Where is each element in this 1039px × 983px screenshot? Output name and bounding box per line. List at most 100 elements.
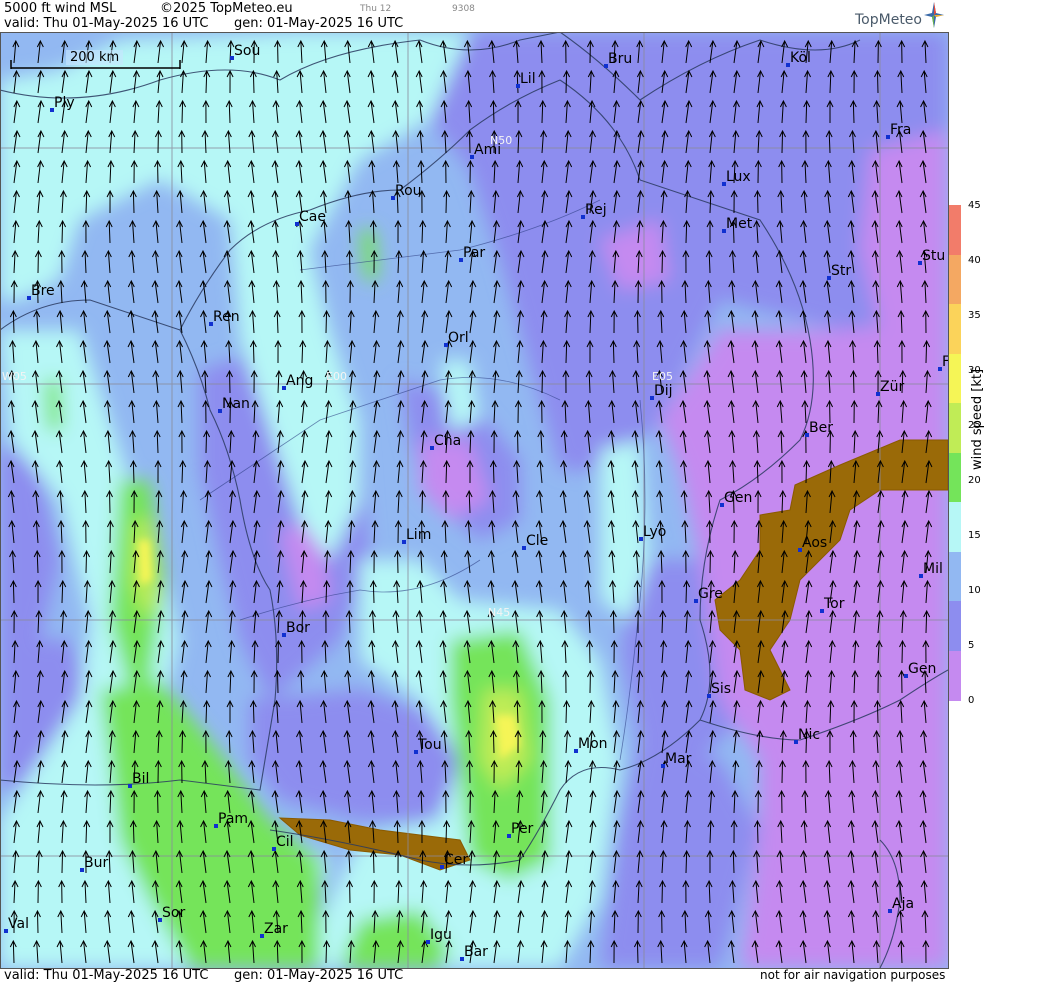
city-label: Ren bbox=[213, 309, 240, 325]
city-label: Sou bbox=[234, 43, 260, 59]
city-marker: Gre bbox=[694, 586, 723, 603]
city-label: Str bbox=[831, 263, 851, 279]
city-marker: Gen bbox=[904, 661, 936, 678]
colorbar-segment bbox=[949, 254, 961, 305]
city-marker: Ami bbox=[470, 142, 501, 159]
city-label: Met bbox=[726, 216, 753, 232]
city-label: Cha bbox=[434, 433, 461, 449]
colorbar-tick: 0 bbox=[968, 695, 975, 706]
footer-valid: valid: Thu 01-May-2025 16 UTC bbox=[4, 968, 209, 983]
grid-label-w05: W05 bbox=[2, 370, 27, 383]
city-marker: Nan bbox=[218, 396, 250, 413]
city-marker: Lux bbox=[722, 169, 751, 186]
city-marker: Pam bbox=[214, 811, 248, 828]
city-marker: Lim bbox=[402, 527, 431, 544]
city-marker: Bil bbox=[128, 771, 149, 788]
city-marker: Ply bbox=[50, 95, 75, 112]
colorbar-segment bbox=[949, 353, 961, 404]
wind-map[interactable]: N50 E05 E00 N45 W05 Ply Sou Lil Bru Köl Ami Fr… bbox=[0, 32, 948, 968]
topmeteo-logo: TopMeteo bbox=[855, 12, 922, 28]
city-marker: Per bbox=[507, 821, 534, 838]
city-marker: Par bbox=[459, 245, 485, 262]
city-label: Per bbox=[511, 821, 534, 837]
city-label: Mil bbox=[923, 561, 943, 577]
city-marker: Val bbox=[4, 916, 29, 933]
colorbar-tick: 5 bbox=[968, 640, 975, 651]
colorbar-segment bbox=[949, 403, 961, 453]
city-label: Sor bbox=[162, 905, 185, 921]
city-label: Lyo bbox=[643, 524, 666, 540]
colorbar-title: wind speed [kt] bbox=[970, 368, 985, 470]
colorbar-tick: 15 bbox=[968, 530, 981, 541]
day-code: Thu 12 bbox=[360, 4, 392, 14]
city-marker: Rou bbox=[391, 183, 422, 200]
city-label: Cle bbox=[526, 533, 548, 549]
city-marker: Aos bbox=[798, 535, 827, 552]
city-marker: Mon bbox=[574, 736, 608, 753]
city-label: Orl bbox=[448, 330, 469, 346]
city-label: Bru bbox=[608, 51, 632, 67]
city-marker: Stu bbox=[918, 248, 945, 265]
city-label: Par bbox=[463, 245, 485, 261]
city-label: Tou bbox=[417, 737, 442, 753]
city-label: Bar bbox=[464, 944, 488, 960]
city-label: Ang bbox=[286, 373, 313, 389]
city-marker: Rej bbox=[581, 202, 607, 219]
city-label: Ami bbox=[474, 142, 501, 158]
colorbar-tick: 35 bbox=[968, 310, 981, 321]
city-label: Bur bbox=[84, 855, 108, 871]
compass-star-icon bbox=[924, 2, 944, 28]
product-title: 5000 ft wind MSL bbox=[4, 1, 117, 16]
city-label: Gen bbox=[724, 490, 752, 506]
colorbar-tick: 40 bbox=[968, 255, 981, 266]
city-marker: Bur bbox=[80, 855, 108, 872]
city-label: F bbox=[942, 354, 948, 370]
city-label: Zür bbox=[880, 379, 904, 395]
valid-time: valid: Thu 01-May-2025 16 UTC bbox=[4, 16, 209, 31]
colorbar-tick: 45 bbox=[968, 200, 981, 211]
city-label: Gen bbox=[908, 661, 936, 677]
city-marker: Cae bbox=[295, 209, 326, 226]
colorbar-segment bbox=[949, 304, 961, 354]
city-marker: Mil bbox=[919, 561, 943, 578]
colorbar-segment bbox=[949, 601, 961, 651]
city-label: Rej bbox=[585, 202, 607, 218]
city-label: Zar bbox=[264, 921, 288, 937]
city-marker: Tou bbox=[414, 737, 442, 754]
city-marker: Dij bbox=[650, 383, 673, 400]
footer-gen: gen: 01-May-2025 16 UTC bbox=[234, 968, 404, 983]
grid-label-e05: E05 bbox=[652, 370, 673, 383]
city-marker: Tor bbox=[820, 596, 845, 613]
colorbar-segment bbox=[949, 551, 961, 602]
colorbar-tick: 10 bbox=[968, 585, 981, 596]
city-marker: Köl bbox=[786, 50, 811, 67]
city-label: Mon bbox=[578, 736, 608, 752]
city-marker: Orl bbox=[444, 330, 469, 347]
grid-label-n45: N45 bbox=[488, 606, 510, 619]
city-marker: Zür bbox=[876, 379, 904, 396]
colorbar-segment bbox=[949, 502, 961, 552]
city-label: Köl bbox=[790, 50, 811, 66]
city-marker: Mar bbox=[661, 751, 692, 768]
city-marker: Sor bbox=[158, 905, 185, 922]
colorbar-tick: 20 bbox=[968, 475, 981, 486]
footer-disclaimer: not for air navigation purposes bbox=[760, 968, 946, 982]
city-marker: Cer bbox=[440, 852, 468, 869]
city-label: Rou bbox=[395, 183, 422, 199]
city-label: Tor bbox=[823, 596, 845, 612]
city-label: Sis bbox=[711, 681, 731, 697]
city-marker: Bre bbox=[27, 283, 55, 300]
city-marker: Cle bbox=[522, 533, 548, 550]
copyright-text: ©2025 TopMeteo.eu bbox=[160, 1, 293, 16]
city-label: Cer bbox=[444, 852, 468, 868]
city-marker: Zar bbox=[260, 921, 288, 938]
city-label: Pam bbox=[218, 811, 248, 827]
city-label: Aja bbox=[892, 896, 914, 912]
colorbar-segment bbox=[949, 650, 961, 701]
city-marker: Met bbox=[722, 216, 753, 233]
city-label: Fra bbox=[890, 122, 911, 138]
colorbar-segment bbox=[949, 452, 961, 503]
city-marker: Gen bbox=[720, 490, 752, 507]
city-label: Ply bbox=[54, 95, 75, 111]
city-label: Cil bbox=[276, 834, 294, 850]
